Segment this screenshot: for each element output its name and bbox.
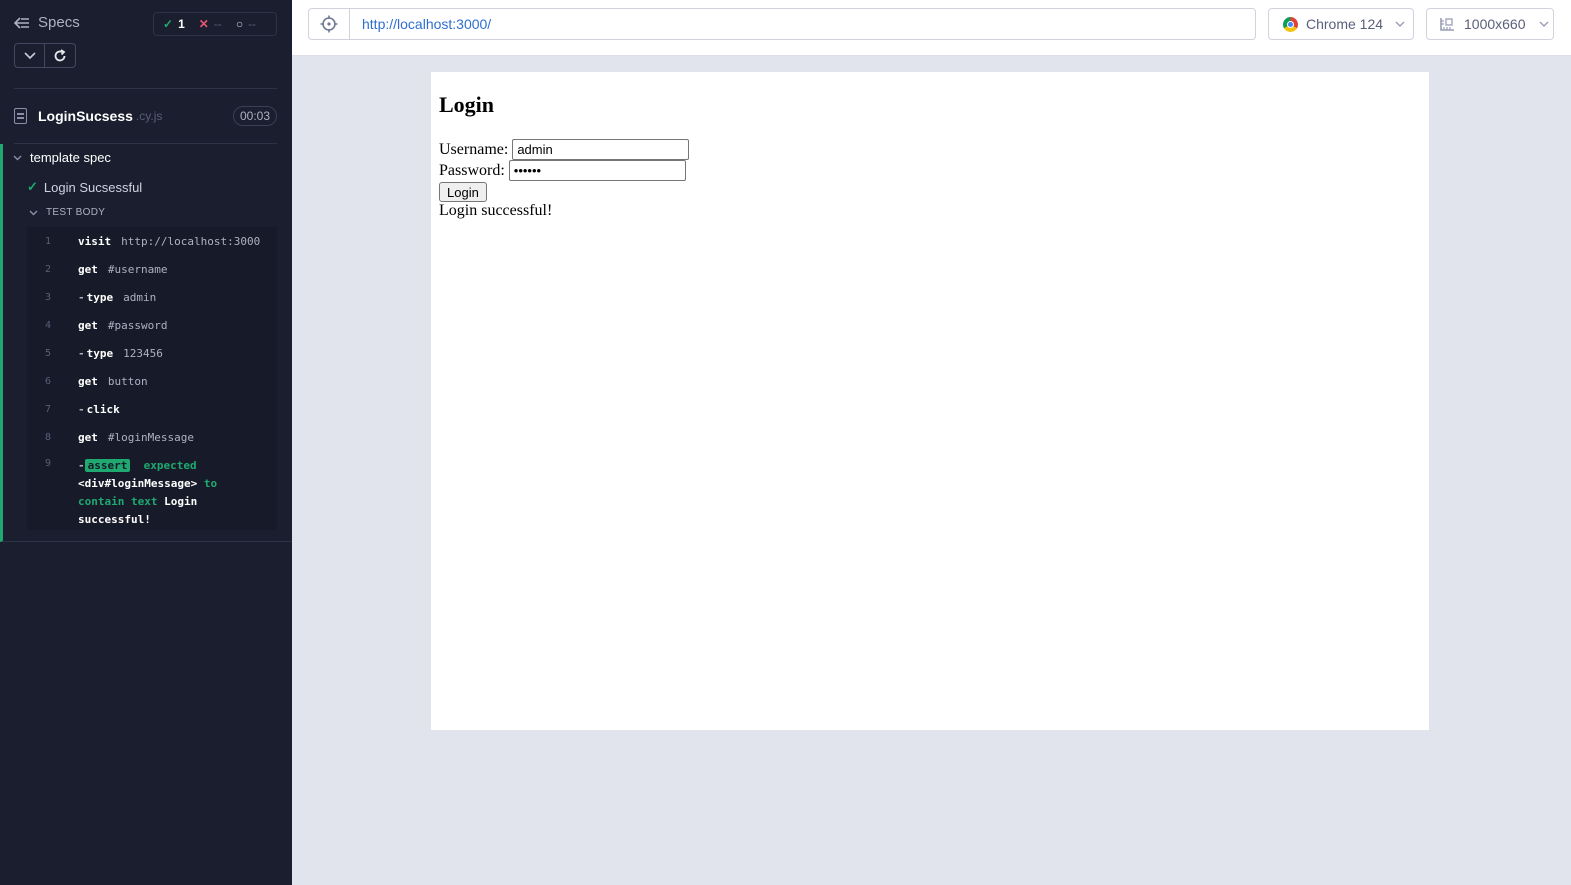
failed-stat: ✕ -- <box>199 17 222 31</box>
command-row[interactable]: 6 get button <box>27 367 277 395</box>
spec-extension: .cy.js <box>135 109 163 123</box>
file-icon <box>14 108 27 124</box>
app-under-test: Login Username: Password: Login Login su… <box>431 72 1429 730</box>
viewport-label: 1000x660 <box>1464 16 1526 32</box>
command-arg: #password <box>107 318 168 332</box>
reporter-controls <box>14 43 76 68</box>
specs-label: Specs <box>38 14 80 31</box>
command-name: get <box>78 318 98 332</box>
suite-title-row[interactable]: template spec <box>13 150 111 165</box>
command-name: - type <box>78 290 114 304</box>
command-row[interactable]: 1 visit http://localhost:3000 <box>27 227 277 255</box>
command-name: get <box>78 374 98 388</box>
url-bar: http://localhost:3000/ <box>308 8 1256 40</box>
command-number: 3 <box>44 291 51 303</box>
check-icon: ✓ <box>163 17 174 31</box>
back-arrow-icon <box>14 16 29 29</box>
assertion-expected: expected <box>143 459 197 472</box>
chevron-down-icon <box>1539 21 1549 27</box>
spinner-icon: ○ <box>235 17 244 31</box>
reporter-sidebar: Specs ✓ 1 ✕ -- ○ -- LoginSucsess .cy.js … <box>0 0 292 885</box>
command-number: 8 <box>44 431 51 443</box>
x-icon: ✕ <box>198 17 209 31</box>
command-number: 1 <box>44 235 51 247</box>
chevron-down-icon <box>29 210 38 215</box>
command-name: visit <box>78 234 112 248</box>
command-name: get <box>78 430 98 444</box>
divider <box>14 88 277 89</box>
command-arg: #loginMessage <box>107 430 194 444</box>
spec-name: LoginSucsess <box>38 108 133 124</box>
failed-count: -- <box>213 17 222 31</box>
command-log: 1 visit http://localhost:3000 2 get #use… <box>27 227 277 530</box>
command-row[interactable]: 3 - type admin <box>27 283 277 311</box>
command-name: - click <box>78 402 120 416</box>
command-arg: admin <box>123 290 157 304</box>
chevron-down-icon <box>1395 21 1405 27</box>
viewport-select[interactable]: 1000x660 <box>1426 8 1554 40</box>
passed-count: 1 <box>178 17 185 31</box>
crosshair-icon <box>320 15 338 33</box>
reload-icon <box>54 48 66 61</box>
test-body-label: TEST BODY <box>46 207 106 218</box>
command-row[interactable]: 5 - type 123456 <box>27 339 277 367</box>
ruler-icon <box>1440 18 1454 31</box>
test-body-toggle[interactable]: TEST BODY <box>29 207 105 218</box>
spec-duration: 00:03 <box>232 106 277 126</box>
assertion-target: <div#loginMessage> <box>78 477 198 490</box>
suite-block: template spec ✓ Login Sucsessful TEST BO… <box>0 144 292 542</box>
login-message: Login successful! <box>439 202 553 219</box>
command-number: 2 <box>44 263 51 275</box>
passed-stat: ✓ 1 <box>163 17 185 31</box>
password-label: Password: <box>439 161 505 179</box>
assert-badge: assert <box>84 459 131 472</box>
pending-count: -- <box>248 17 257 31</box>
test-stats: ✓ 1 ✕ -- ○ -- <box>153 12 277 36</box>
password-input[interactable] <box>508 160 686 181</box>
password-row: Password: <box>439 160 686 181</box>
chevron-down-icon <box>23 51 36 59</box>
test-title-row[interactable]: ✓ Login Sucsessful <box>27 179 142 195</box>
command-arg: 123456 <box>123 346 163 360</box>
command-number: 9 <box>44 458 51 469</box>
assertion-text: - assert expected <div#loginMessage> to c… <box>78 459 218 526</box>
spec-header: LoginSucsess .cy.js 00:03 <box>14 104 277 128</box>
browser-select[interactable]: Chrome 124 <box>1268 8 1414 40</box>
rerun-button[interactable] <box>45 43 76 68</box>
command-row[interactable]: 4 get #password <box>27 311 277 339</box>
command-arg: button <box>107 374 148 388</box>
pending-stat: ○ -- <box>236 17 256 31</box>
specs-back-link[interactable]: Specs <box>14 14 80 31</box>
command-name: get <box>78 262 98 276</box>
command-arg: #username <box>107 262 168 276</box>
command-number: 6 <box>44 375 51 387</box>
command-name: - type <box>78 346 114 360</box>
test-title: Login Sucsessful <box>43 179 143 195</box>
url-text[interactable]: http://localhost:3000/ <box>362 16 491 32</box>
command-row[interactable]: 7 - click <box>27 395 277 423</box>
suite-title: template spec <box>30 150 111 165</box>
check-icon: ✓ <box>27 179 38 194</box>
username-label: Username: <box>439 140 509 158</box>
username-input[interactable] <box>512 139 690 160</box>
command-number: 7 <box>44 403 51 415</box>
command-arg: http://localhost:3000 <box>121 234 261 248</box>
chrome-icon <box>1283 16 1298 32</box>
login-button[interactable]: Login <box>439 182 487 202</box>
collapse-button[interactable] <box>14 43 45 68</box>
command-row[interactable]: 8 get #loginMessage <box>27 423 277 451</box>
aut-toolbar: http://localhost:3000/ Chrome 124 1000x6… <box>292 0 1571 56</box>
selector-playground-button[interactable] <box>309 9 350 39</box>
chevron-down-icon <box>13 155 22 160</box>
command-number: 4 <box>44 319 51 331</box>
command-number: 5 <box>44 347 51 359</box>
command-row[interactable]: 2 get #username <box>27 255 277 283</box>
page-title: Login <box>439 92 495 117</box>
browser-label: Chrome 124 <box>1306 16 1384 32</box>
username-row: Username: <box>439 139 690 160</box>
